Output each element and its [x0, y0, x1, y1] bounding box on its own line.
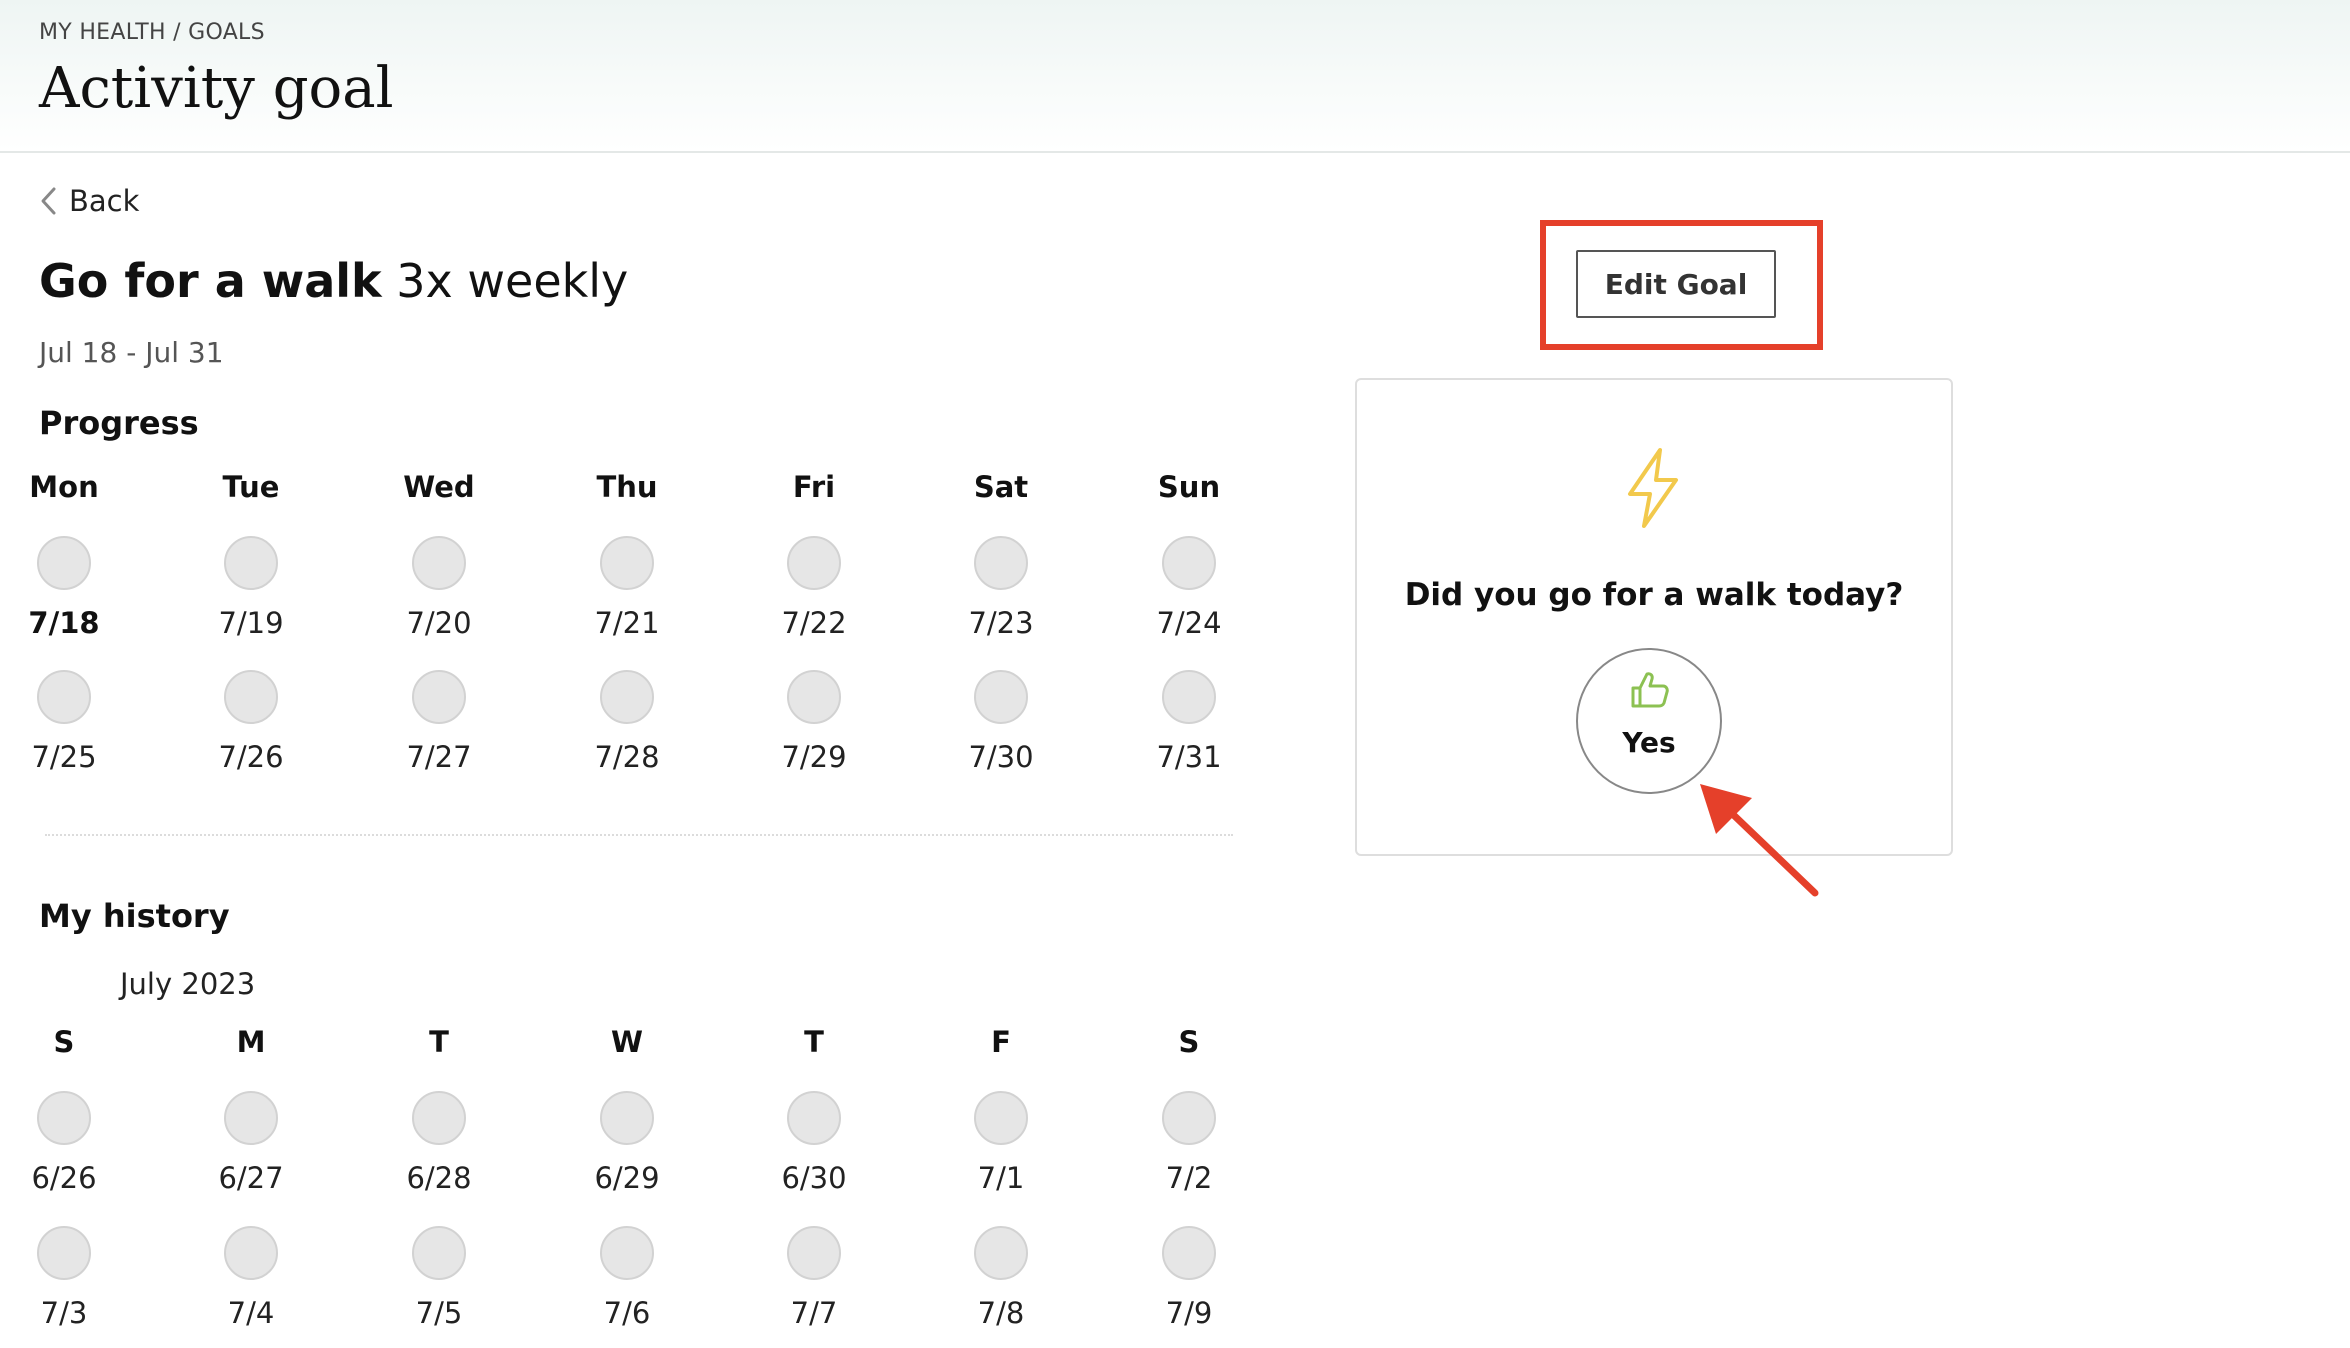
day-status-circle	[37, 670, 91, 724]
day-status-circle	[412, 670, 466, 724]
day-header: F	[991, 1025, 1011, 1059]
date-label: 7/3	[40, 1296, 88, 1330]
date-label: 7/30	[968, 740, 1034, 774]
day-header: M	[236, 1025, 266, 1059]
date-label: 7/20	[406, 606, 472, 640]
day-header: T	[429, 1025, 449, 1059]
day-status-circle	[974, 536, 1028, 590]
day-status-circle	[1162, 1226, 1216, 1280]
date-label: 7/24	[1156, 606, 1222, 640]
date-label: 7/21	[594, 606, 660, 640]
goal-date-range: Jul 18 - Jul 31	[39, 336, 224, 369]
day-status-circle	[974, 1091, 1028, 1145]
history-month: July 2023	[120, 967, 256, 1001]
goal-title: Go for a walk 3x weekly	[39, 254, 628, 308]
day-status-circle	[412, 1091, 466, 1145]
day-status-circle	[37, 536, 91, 590]
day-header: T	[804, 1025, 824, 1059]
date-label: 6/27	[218, 1161, 284, 1195]
day-status-circle	[600, 670, 654, 724]
day-header: Tue	[222, 470, 280, 504]
day-status-circle	[600, 1091, 654, 1145]
chevron-left-icon	[41, 187, 56, 215]
day-header: Sat	[973, 470, 1029, 504]
date-label: 7/8	[977, 1296, 1025, 1330]
day-header: Fri	[792, 470, 836, 504]
day-status-circle	[787, 670, 841, 724]
date-label: 6/28	[406, 1161, 472, 1195]
date-label: 7/22	[781, 606, 847, 640]
day-status-circle	[224, 670, 278, 724]
date-label: 6/26	[31, 1161, 97, 1195]
date-label: 7/2	[1165, 1161, 1213, 1195]
date-label: 7/19	[218, 606, 284, 640]
day-status-circle	[974, 670, 1028, 724]
day-status-circle	[1162, 670, 1216, 724]
breadcrumb[interactable]: MY HEALTH / GOALS	[39, 20, 265, 45]
thumbs-up-icon	[1631, 672, 1669, 708]
date-label: 7/4	[227, 1296, 275, 1330]
day-header: Sun	[1157, 470, 1221, 504]
day-status-circle	[224, 1226, 278, 1280]
lightning-bolt-icon	[1628, 448, 1678, 528]
day-header: Mon	[29, 470, 99, 504]
back-link[interactable]: Back	[39, 182, 139, 220]
page-header: MY HEALTH / GOALS Activity goal	[0, 0, 2350, 153]
date-label: 7/25	[31, 740, 97, 774]
date-label: 7/18	[28, 606, 100, 640]
history-title: My history	[39, 897, 230, 935]
day-header: Thu	[596, 470, 658, 504]
date-label: 7/31	[1156, 740, 1222, 774]
day-status-circle	[1162, 536, 1216, 590]
day-status-circle	[787, 1226, 841, 1280]
date-label: 7/29	[781, 740, 847, 774]
annotation-arrow-icon	[1700, 784, 1819, 897]
date-label: 6/29	[594, 1161, 660, 1195]
yes-label: Yes	[1622, 726, 1676, 759]
day-status-circle	[787, 536, 841, 590]
section-divider	[45, 834, 1233, 836]
day-status-circle	[600, 536, 654, 590]
date-label: 7/9	[1165, 1296, 1213, 1330]
edit-goal-button[interactable]: Edit Goal	[1576, 250, 1776, 318]
day-status-circle	[412, 536, 466, 590]
date-label: 7/6	[603, 1296, 651, 1330]
goal-frequency: 3x weekly	[396, 254, 629, 308]
progress-title: Progress	[39, 404, 199, 442]
date-label: 7/26	[218, 740, 284, 774]
date-label: 6/30	[781, 1161, 847, 1195]
day-status-circle	[1162, 1091, 1216, 1145]
goal-activity: Go for a walk	[39, 254, 382, 308]
day-status-circle	[974, 1226, 1028, 1280]
date-label: 7/28	[594, 740, 660, 774]
day-status-circle	[224, 1091, 278, 1145]
date-label: 7/27	[406, 740, 472, 774]
date-label: 7/23	[968, 606, 1034, 640]
day-header: S	[53, 1025, 75, 1059]
day-status-circle	[224, 536, 278, 590]
back-label: Back	[69, 184, 140, 218]
page-title: Activity goal	[39, 56, 394, 121]
day-header: W	[611, 1025, 643, 1059]
day-header: Wed	[403, 470, 475, 504]
checkin-question: Did you go for a walk today?	[1404, 577, 1904, 613]
day-status-circle	[600, 1226, 654, 1280]
date-label: 7/7	[790, 1296, 838, 1330]
day-status-circle	[787, 1091, 841, 1145]
day-status-circle	[37, 1226, 91, 1280]
day-status-circle	[412, 1226, 466, 1280]
date-label: 7/1	[977, 1161, 1025, 1195]
date-label: 7/5	[415, 1296, 463, 1330]
day-header: S	[1178, 1025, 1200, 1059]
day-status-circle	[37, 1091, 91, 1145]
